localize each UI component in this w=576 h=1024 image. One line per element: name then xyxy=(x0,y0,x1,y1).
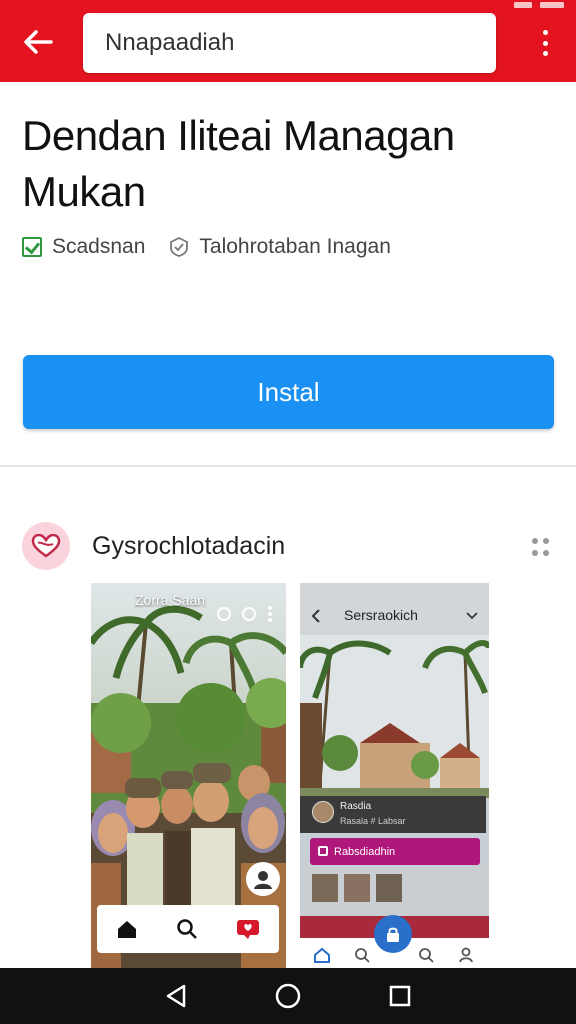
home-icon xyxy=(314,947,330,963)
arrow-left-icon xyxy=(24,30,53,54)
section-divider xyxy=(0,465,576,467)
photo-village-houses xyxy=(300,583,489,970)
heart-logo-icon xyxy=(31,534,61,558)
system-home-button[interactable] xyxy=(268,976,308,1016)
screenshot-2-card-name: Rasdia xyxy=(340,801,372,812)
meta-rating-info: Talohrotaban Inagan xyxy=(199,235,391,258)
dot xyxy=(532,538,538,544)
developer-name[interactable]: Gysrochlotadacin xyxy=(92,532,285,561)
system-back-button[interactable] xyxy=(156,976,196,1016)
chevron-left-icon xyxy=(311,609,320,623)
status-bar xyxy=(0,0,576,10)
search-icon xyxy=(177,919,197,939)
lock-icon xyxy=(387,927,399,942)
search-icon xyxy=(355,948,370,963)
system-navigation-bar xyxy=(0,968,576,1024)
check-box-icon xyxy=(22,237,42,257)
chevron-down-icon xyxy=(466,612,478,620)
clock-icon xyxy=(242,607,256,621)
screenshot-2-fab xyxy=(374,915,412,953)
signal-icon xyxy=(514,2,532,8)
tag-icon xyxy=(318,846,328,856)
screenshot-1[interactable]: Zorra Saan xyxy=(91,583,286,970)
app-meta-row: Scadsnan Talohrotaban Inagan xyxy=(22,235,391,259)
battery-icon xyxy=(540,2,564,8)
screenshot-1-header: Zorra Saan xyxy=(91,583,286,617)
grid-dots-icon[interactable] xyxy=(532,538,550,556)
developer-avatar[interactable] xyxy=(22,522,70,570)
circle-home-icon xyxy=(275,983,301,1009)
meta-category[interactable]: Scadsnan xyxy=(52,235,145,259)
circle-icon xyxy=(217,607,231,621)
menu-dot xyxy=(542,51,548,56)
status-icons xyxy=(514,0,564,10)
user-icon xyxy=(459,947,473,963)
more-vertical-icon xyxy=(268,606,272,622)
screenshot-2[interactable]: Sersraokich Rasdia Rasala # Labsar Rabsd… xyxy=(300,583,489,970)
more-vertical-icon xyxy=(542,30,548,35)
app-title: Dendan Ilitеai Managan Mukan xyxy=(22,112,455,215)
search-input[interactable] xyxy=(105,29,496,57)
system-recents-button[interactable] xyxy=(380,976,420,1016)
screenshot-2-banner-label: Rabsdiadhin xyxy=(334,846,396,858)
search-box[interactable] xyxy=(83,13,496,73)
screenshot-1-bottom-nav xyxy=(97,905,279,953)
search-icon xyxy=(419,948,434,963)
screenshot-2-card-subtitle: Rasala # Labsar xyxy=(340,816,406,826)
menu-dot xyxy=(542,40,548,46)
dot xyxy=(543,549,549,556)
user-icon xyxy=(254,871,272,889)
square-recents-icon xyxy=(389,985,411,1007)
app-bar xyxy=(0,0,576,82)
chat-heart-icon xyxy=(237,920,259,939)
install-button[interactable]: Instal xyxy=(23,355,554,429)
shield-badge-icon xyxy=(170,237,189,257)
overflow-menu-button[interactable] xyxy=(530,26,560,60)
avatar xyxy=(312,801,334,823)
dot xyxy=(543,538,549,544)
home-icon xyxy=(118,921,136,938)
profile-avatar xyxy=(246,862,280,896)
screenshot-2-title: Sersraokich xyxy=(344,607,418,623)
screenshot-1-title: Zorra Saan xyxy=(135,592,206,608)
back-button[interactable] xyxy=(18,24,58,60)
dot xyxy=(532,549,538,556)
triangle-back-icon xyxy=(166,984,186,1008)
